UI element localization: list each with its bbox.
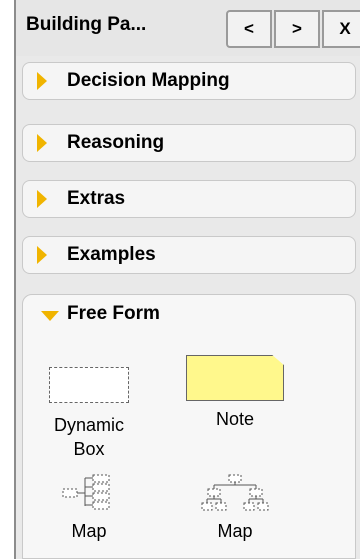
section-free-form: Free Form Dynamic Box Note Map Map bbox=[22, 294, 356, 559]
close-button[interactable]: X bbox=[322, 10, 360, 48]
map-item-tree[interactable]: Map bbox=[175, 473, 295, 543]
section-label: Decision Mapping bbox=[67, 70, 230, 91]
panel-header: Building Pa... < > X bbox=[16, 0, 360, 56]
section-reasoning[interactable]: Reasoning bbox=[22, 124, 356, 162]
previous-button[interactable]: < bbox=[226, 10, 272, 48]
section-label: Reasoning bbox=[67, 132, 165, 153]
note-icon bbox=[186, 355, 284, 401]
expand-arrow-icon bbox=[37, 72, 47, 90]
expand-arrow-icon bbox=[37, 246, 47, 264]
section-decision-mapping[interactable]: Decision Mapping bbox=[22, 62, 356, 100]
item-label: Map bbox=[71, 521, 107, 541]
map-item-left[interactable]: Map bbox=[29, 473, 149, 543]
collapse-arrow-icon[interactable] bbox=[41, 311, 59, 321]
expand-arrow-icon bbox=[37, 134, 47, 152]
section-label[interactable]: Free Form bbox=[67, 303, 160, 325]
note-item[interactable]: Note bbox=[175, 355, 295, 431]
section-examples[interactable]: Examples bbox=[22, 236, 356, 274]
expand-arrow-icon bbox=[37, 190, 47, 208]
item-label: Note bbox=[215, 409, 255, 429]
item-label: Box bbox=[73, 439, 105, 459]
left-map-icon bbox=[62, 474, 110, 510]
item-label: Dynamic bbox=[53, 415, 124, 435]
item-label: Map bbox=[217, 521, 253, 541]
panel-title: Building Pa... bbox=[26, 14, 147, 35]
tree-map-icon bbox=[201, 474, 269, 511]
next-button[interactable]: > bbox=[274, 10, 320, 48]
section-extras[interactable]: Extras bbox=[22, 180, 356, 218]
section-label: Examples bbox=[67, 244, 156, 265]
section-label: Extras bbox=[67, 188, 126, 209]
dynamic-box-item[interactable]: Dynamic Box bbox=[29, 367, 149, 461]
dashed-box-icon bbox=[49, 367, 129, 403]
